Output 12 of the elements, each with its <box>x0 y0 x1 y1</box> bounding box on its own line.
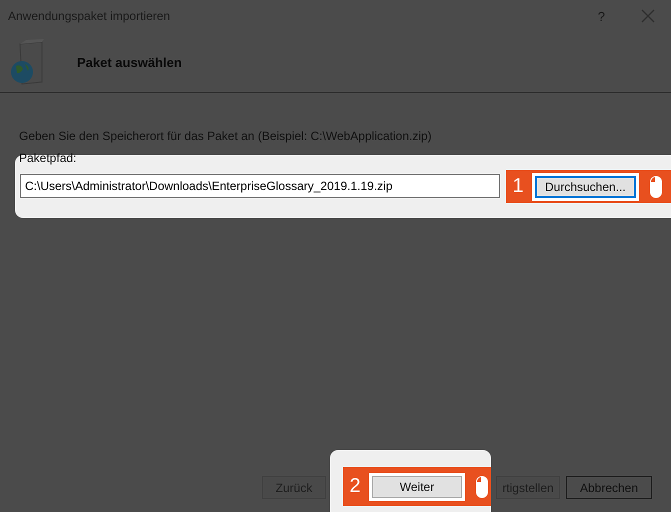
page-title: Paket auswählen <box>77 54 182 70</box>
browse-button[interactable]: Durchsuchen... <box>535 176 636 198</box>
step-number: 1 <box>511 175 525 198</box>
help-button[interactable]: ? <box>598 8 605 24</box>
path-input-field[interactable]: C:\Users\Administrator\Downloads\EnterpriseGlossary_2019.1.19.zip <box>20 174 500 198</box>
next-button[interactable]: Weiter <box>372 476 462 498</box>
step-number: 2 <box>348 475 362 498</box>
cancel-button[interactable]: Abbrechen <box>566 476 652 499</box>
description-text: Geben Sie den Speicherort für das Paket an (Beispiel: C:\WebApplication.zip) <box>19 129 432 143</box>
field-label: Paketpfad: <box>19 151 76 165</box>
mouse-icon <box>648 174 663 198</box>
close-icon[interactable] <box>641 9 655 23</box>
